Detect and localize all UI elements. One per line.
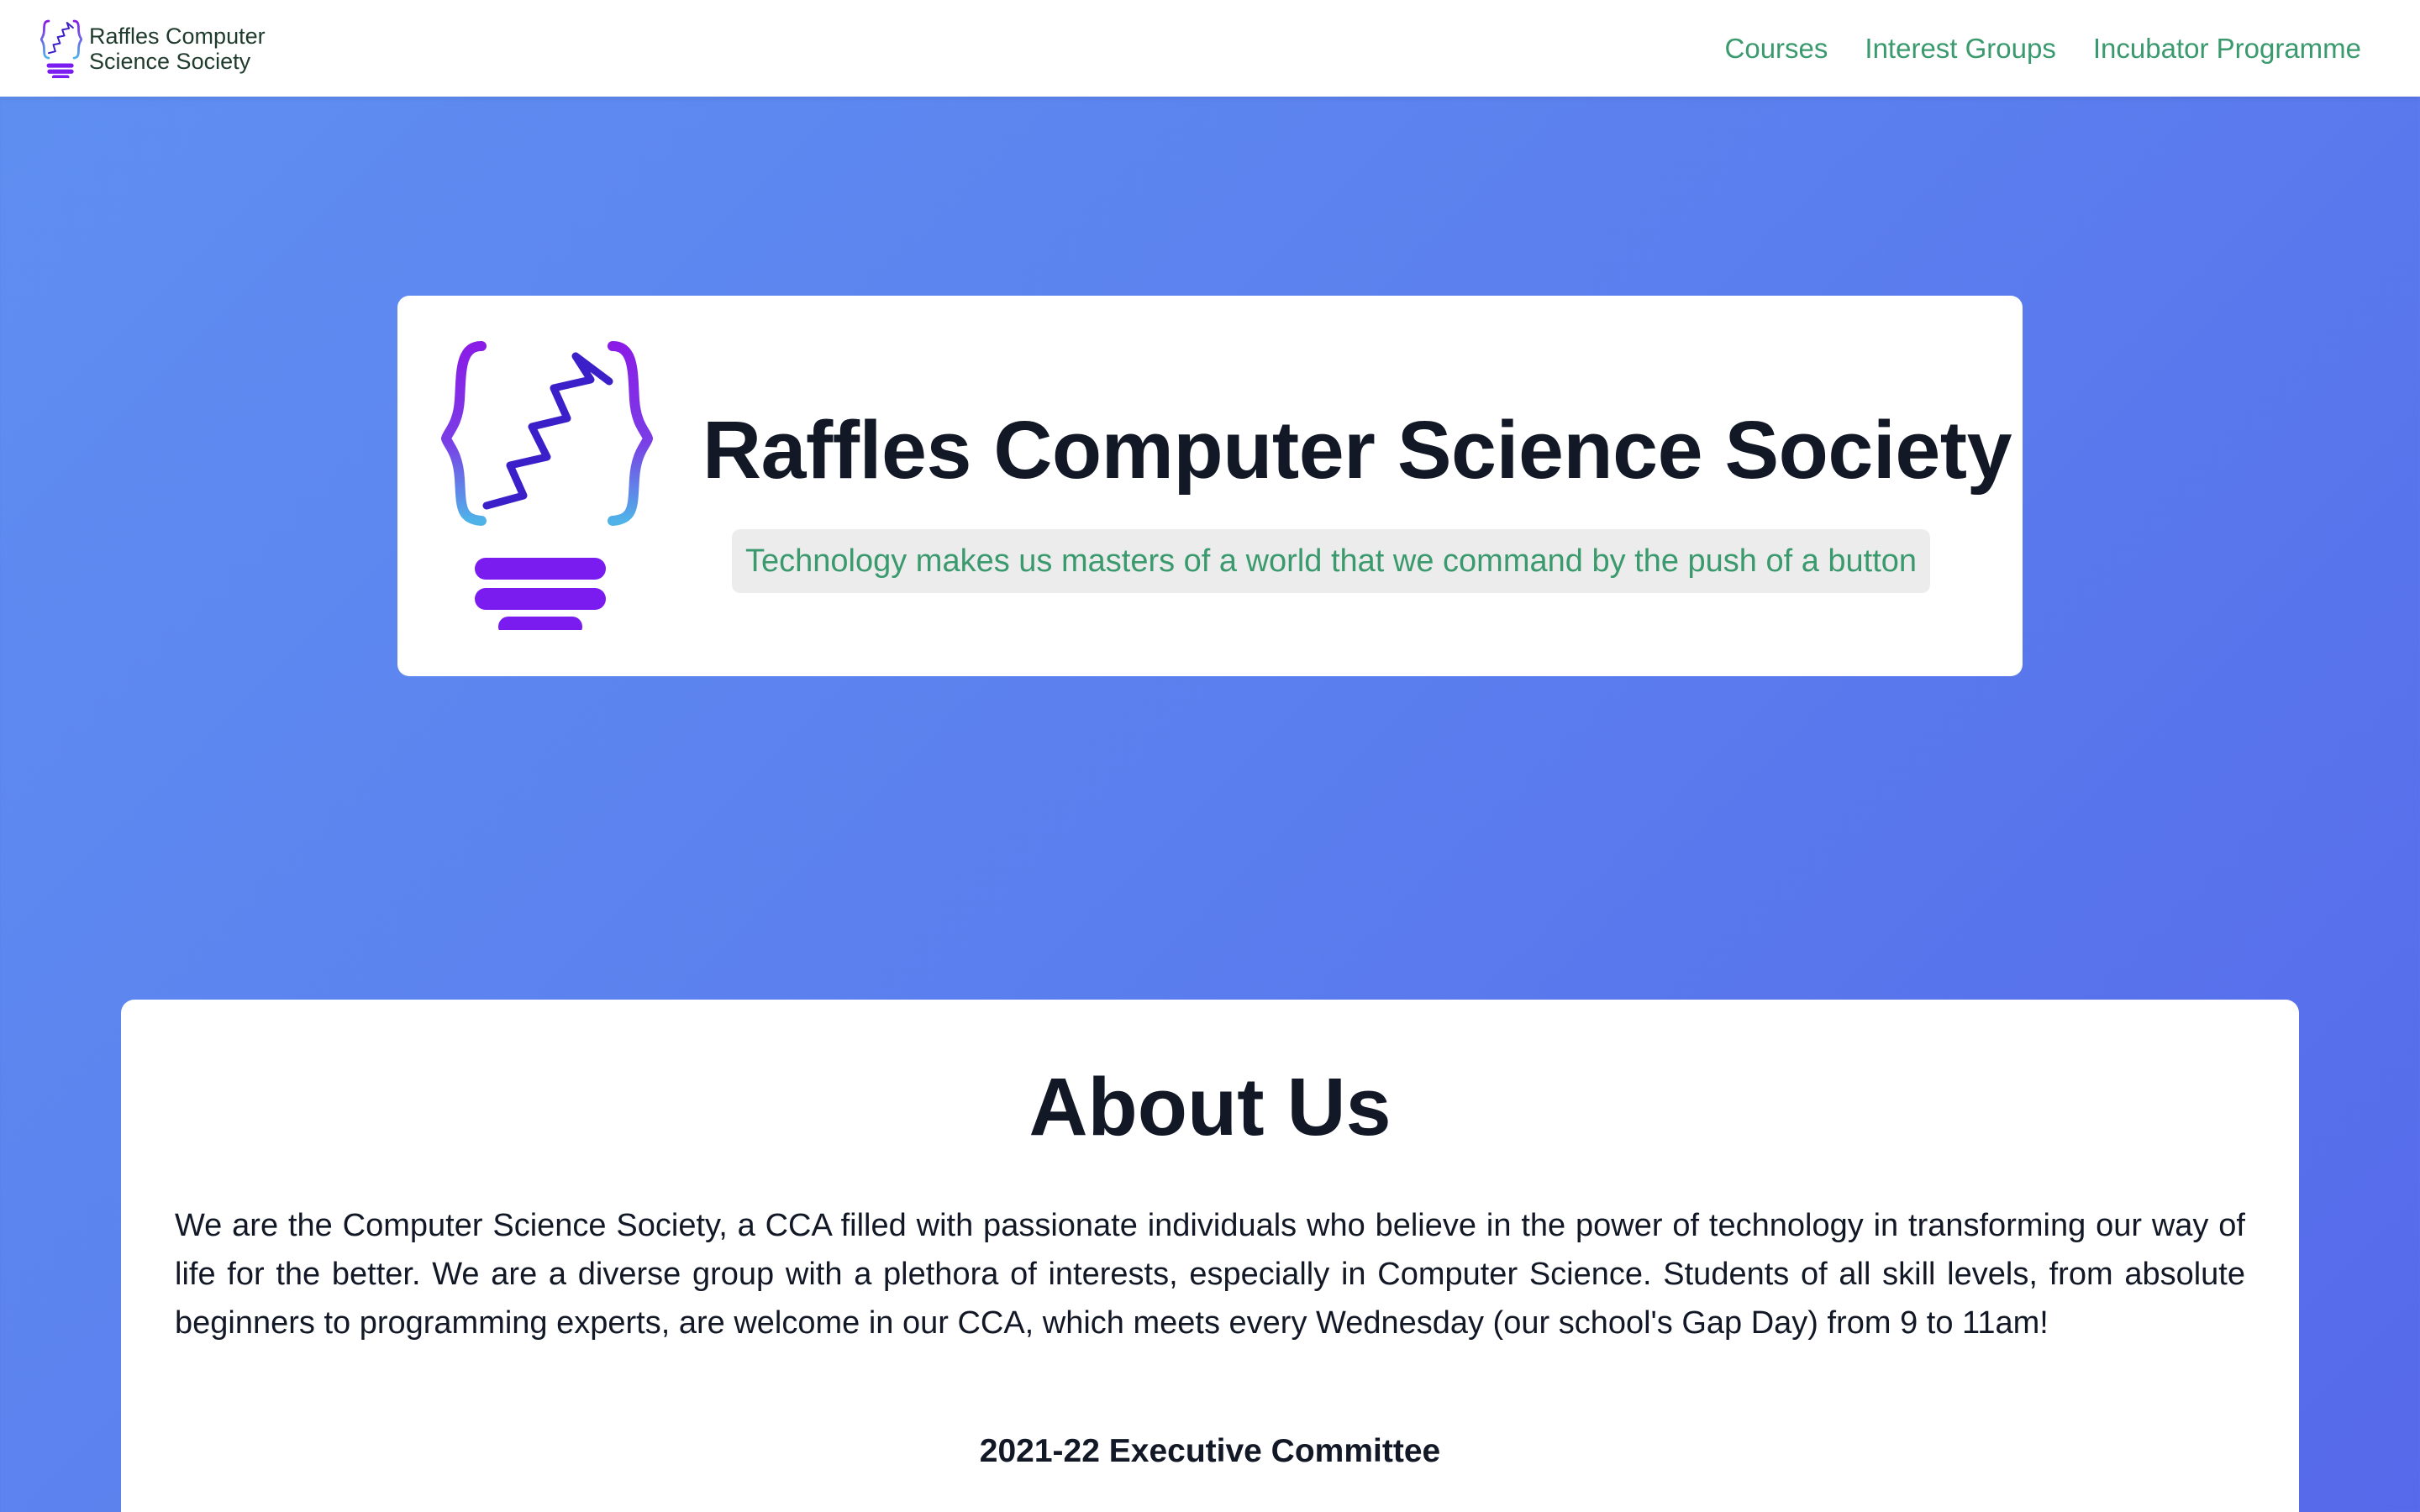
- hero-tagline: Technology makes us masters of a world t…: [732, 529, 1931, 593]
- hero-card: Raffles Computer Science Society Technol…: [397, 296, 2023, 676]
- brand-home-link[interactable]: Raffles Computer Science Society: [40, 19, 266, 78]
- navbar: Raffles Computer Science Society Courses…: [0, 0, 2420, 97]
- lightbulb-logo-icon: [441, 341, 653, 630]
- about-us-card: About Us We are the Computer Science Soc…: [121, 1000, 2299, 1512]
- brand-name: Raffles Computer Science Society: [89, 24, 266, 74]
- nav-interest-groups-link[interactable]: Interest Groups: [1865, 33, 2055, 65]
- brand-line-2: Science Society: [89, 48, 251, 74]
- nav-links: Courses Interest Groups Incubator Progra…: [1725, 33, 2361, 65]
- hero-title: Raffles Computer Science Society: [702, 404, 2012, 496]
- nav-incubator-programme-link[interactable]: Incubator Programme: [2093, 33, 2361, 65]
- about-us-heading: About Us: [1028, 1061, 1392, 1152]
- about-us-paragraph: We are the Computer Science Society, a C…: [175, 1208, 2245, 1341]
- brand-line-1: Raffles Computer: [89, 23, 266, 49]
- nav-courses-link[interactable]: Courses: [1725, 33, 1828, 65]
- lightbulb-logo-icon: [40, 19, 82, 78]
- executive-committee-heading: 2021-22 Executive Committee: [979, 1433, 1441, 1469]
